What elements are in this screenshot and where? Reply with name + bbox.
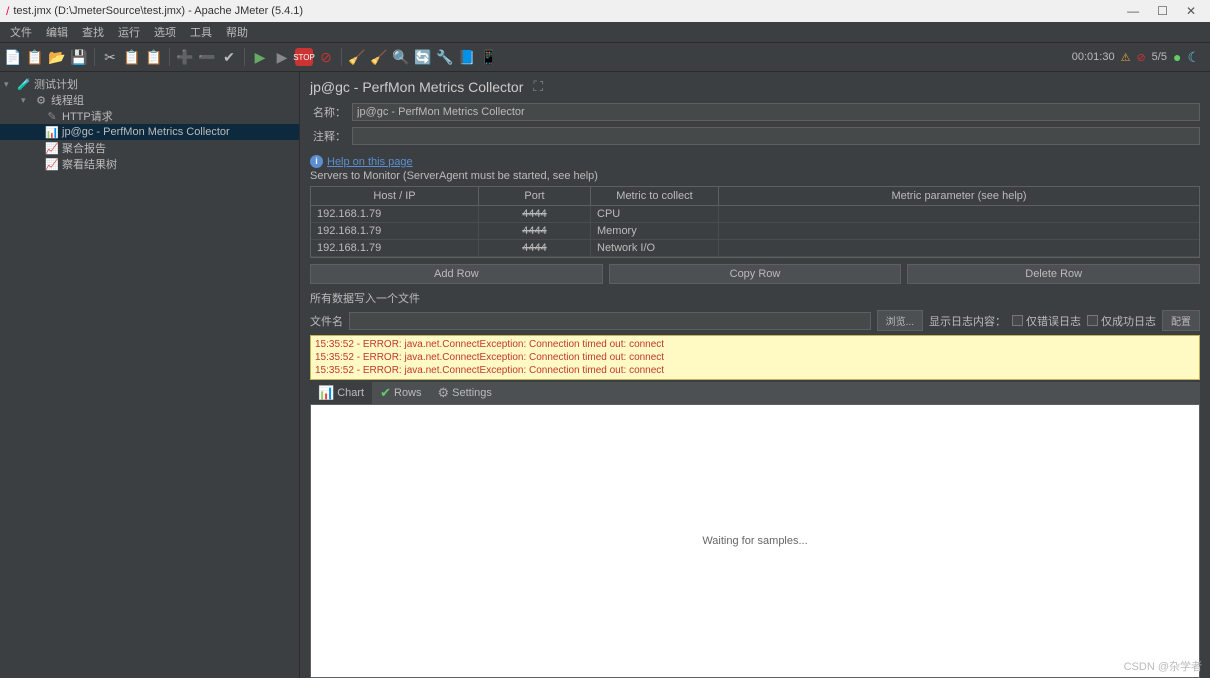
clear-all-icon[interactable]: 🧹 xyxy=(370,48,388,66)
file-label: 文件名 xyxy=(310,313,343,329)
open-icon[interactable]: 📂 xyxy=(48,48,66,66)
add-row-button[interactable]: Add Row xyxy=(310,264,603,284)
file-section-label: 所有数据写入一个文件 xyxy=(310,290,1200,306)
error-log: 15:35:52 - ERROR: java.net.ConnectExcept… xyxy=(310,335,1200,380)
menu-edit[interactable]: 编辑 xyxy=(40,22,74,42)
running-indicator-icon: ● xyxy=(1173,49,1181,65)
table-row[interactable]: 192.168.1.794444Memory xyxy=(311,223,1199,240)
stop-icon[interactable]: STOP xyxy=(295,48,313,66)
paste-icon[interactable]: 📋 xyxy=(145,48,163,66)
tab-rows[interactable]: ✔Rows xyxy=(372,382,429,404)
maximize-button[interactable]: ☐ xyxy=(1157,4,1168,18)
app-icon: / xyxy=(6,4,9,18)
comment-input[interactable] xyxy=(352,127,1200,145)
templates-icon[interactable]: 📋 xyxy=(26,48,44,66)
error-count-icon: ⊘ xyxy=(1136,51,1145,64)
collapse-icon[interactable]: ➖ xyxy=(198,48,216,66)
name-input[interactable] xyxy=(352,103,1200,121)
titlebar: / test.jmx (D:\JmeterSource\test.jmx) - … xyxy=(0,0,1210,22)
toggle-icon[interactable]: ✔ xyxy=(220,48,238,66)
clear-icon[interactable]: 🧹 xyxy=(348,48,366,66)
tree-http-request[interactable]: ✎ HTTP请求 xyxy=(0,108,299,124)
variables-icon[interactable]: 📱 xyxy=(480,48,498,66)
servers-table: Host / IP Port Metric to collect Metric … xyxy=(310,186,1200,258)
tree-test-plan[interactable]: ▾ 🧪 测试计划 xyxy=(0,76,299,92)
tab-chart[interactable]: 📊Chart xyxy=(310,382,372,404)
col-metric: Metric to collect xyxy=(591,187,719,205)
elapsed-time: 00:01:30 xyxy=(1072,51,1115,63)
only-success-checkbox[interactable] xyxy=(1087,315,1098,326)
chart-placeholder: Waiting for samples... xyxy=(702,535,807,547)
config-button[interactable]: 配置 xyxy=(1162,310,1200,331)
help-icon[interactable]: 📘 xyxy=(458,48,476,66)
browse-button[interactable]: 浏览... xyxy=(877,310,923,331)
help-link[interactable]: Help on this page xyxy=(327,156,413,168)
error-line: 15:35:52 - ERROR: java.net.ConnectExcept… xyxy=(315,338,1195,351)
delete-row-button[interactable]: Delete Row xyxy=(907,264,1200,284)
menu-run[interactable]: 运行 xyxy=(112,22,146,42)
fullscreen-icon[interactable]: ⛶ xyxy=(533,78,543,95)
table-row[interactable]: 192.168.1.794444Network I/O xyxy=(311,240,1199,257)
tree-perfmon[interactable]: 📊 jp@gc - PerfMon Metrics Collector xyxy=(0,124,299,140)
cut-icon[interactable]: ✂ xyxy=(101,48,119,66)
menu-search[interactable]: 查找 xyxy=(76,22,110,42)
name-label: 名称： xyxy=(310,104,346,120)
reset-search-icon[interactable]: 🔄 xyxy=(414,48,432,66)
tree-results-tree[interactable]: 📈 察看结果树 xyxy=(0,156,299,172)
log-label: 显示日志内容： xyxy=(929,313,1006,329)
copy-row-button[interactable]: Copy Row xyxy=(609,264,902,284)
chart-area: Waiting for samples... xyxy=(310,404,1200,678)
tab-settings[interactable]: ⚙Settings xyxy=(430,382,500,404)
panel-title: jp@gc - PerfMon Metrics Collector xyxy=(310,79,523,95)
new-icon[interactable]: 📄 xyxy=(4,48,22,66)
col-param: Metric parameter (see help) xyxy=(719,187,1199,205)
table-row[interactable]: 192.168.1.794444CPU xyxy=(311,206,1199,223)
tree-thread-group[interactable]: ▾ ⚙ 线程组 xyxy=(0,92,299,108)
file-input[interactable] xyxy=(349,312,871,330)
thread-count: 5/5 xyxy=(1152,51,1167,63)
copy-icon[interactable]: 📋 xyxy=(123,48,141,66)
col-port: Port xyxy=(479,187,591,205)
toolbar: 📄 📋 📂 💾 ✂ 📋 📋 ➕ ➖ ✔ ▶ ▶ STOP ⊘ 🧹 🧹 🔍 🔄 🔧… xyxy=(0,42,1210,72)
servers-label: Servers to Monitor (ServerAgent must be … xyxy=(310,170,1200,182)
only-error-checkbox[interactable] xyxy=(1012,315,1023,326)
window-title: test.jmx (D:\JmeterSource\test.jmx) - Ap… xyxy=(13,5,303,17)
server-indicator-icon: ☾ xyxy=(1187,49,1200,66)
info-icon: i xyxy=(310,155,323,168)
function-helper-icon[interactable]: 🔧 xyxy=(436,48,454,66)
minimize-button[interactable]: — xyxy=(1127,4,1139,18)
search-icon[interactable]: 🔍 xyxy=(392,48,410,66)
start-no-pause-icon[interactable]: ▶ xyxy=(273,48,291,66)
shutdown-icon[interactable]: ⊘ xyxy=(317,48,335,66)
start-icon[interactable]: ▶ xyxy=(251,48,269,66)
menu-help[interactable]: 帮助 xyxy=(220,22,254,42)
menubar: 文件 编辑 查找 运行 选项 工具 帮助 xyxy=(0,22,1210,42)
menu-tools[interactable]: 工具 xyxy=(184,22,218,42)
result-tabs: 📊Chart ✔Rows ⚙Settings xyxy=(310,382,1200,404)
error-line: 15:35:52 - ERROR: java.net.ConnectExcept… xyxy=(315,364,1195,377)
save-icon[interactable]: 💾 xyxy=(70,48,88,66)
comment-label: 注释： xyxy=(310,128,346,144)
tree-panel: ▾ 🧪 测试计划 ▾ ⚙ 线程组 ✎ HTTP请求 📊 jp@gc - Perf… xyxy=(0,72,300,678)
error-line: 15:35:52 - ERROR: java.net.ConnectExcept… xyxy=(315,351,1195,364)
menu-file[interactable]: 文件 xyxy=(4,22,38,42)
col-host: Host / IP xyxy=(311,187,479,205)
close-button[interactable]: ✕ xyxy=(1186,4,1196,18)
expand-icon[interactable]: ➕ xyxy=(176,48,194,66)
page-watermark: CSDN @杂学者 xyxy=(1124,658,1202,674)
content-panel: jp@gc - PerfMon Metrics Collector ⛶ 名称： … xyxy=(300,72,1210,678)
tree-aggregate[interactable]: 📈 聚合报告 xyxy=(0,140,299,156)
warning-icon: ⚠ xyxy=(1121,51,1131,64)
menu-options[interactable]: 选项 xyxy=(148,22,182,42)
